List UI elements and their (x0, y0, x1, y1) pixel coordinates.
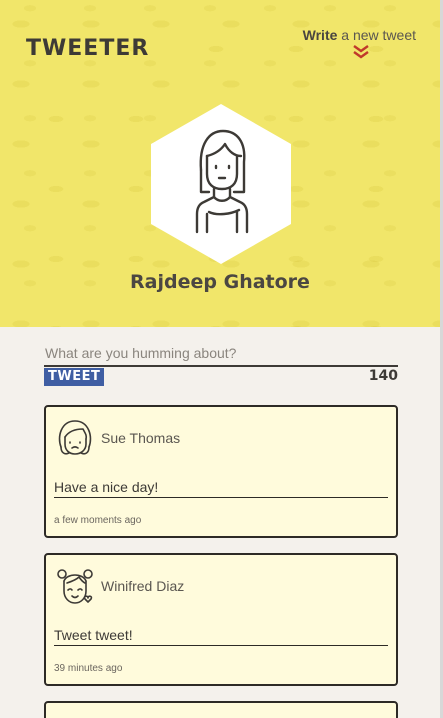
tweet-author[interactable]: Winifred Diaz (101, 578, 184, 594)
write-label-bold: Write (302, 27, 338, 43)
profile-avatar (151, 104, 291, 264)
compose-form: TWEET 140 (44, 343, 398, 386)
tweet-text: Tweet tweet! (54, 627, 388, 646)
girl-pigtails-avatar-icon (57, 569, 93, 604)
profile-header: TWEETER Write a new tweet Rajdeep Ghator… (0, 0, 440, 327)
write-tweet-link[interactable]: Write a new tweet (303, 27, 416, 43)
profile-user-name: Rajdeep Ghatore (130, 271, 310, 293)
tweet-timestamp: 39 minutes ago (54, 663, 123, 674)
tweet-author[interactable]: Sue Thomas (101, 430, 180, 446)
app-logo[interactable]: TWEETER (26, 36, 149, 61)
tweet-input[interactable] (44, 343, 398, 367)
tweet-card: Winifred Diaz Tweet tweet! 39 minutes ag… (44, 553, 398, 686)
tweet-card: Sue Thomas Have a nice day! a few moment… (44, 405, 398, 538)
tweet-button[interactable]: TWEET (44, 368, 105, 386)
double-chevron-down-icon[interactable] (352, 44, 370, 60)
tweet-timestamp: a few moments ago (54, 515, 142, 526)
write-label-rest: a new tweet (341, 27, 416, 43)
app-page: TWEETER Write a new tweet Rajdeep Ghator… (0, 0, 440, 718)
char-count: 140 (368, 368, 398, 384)
girl-avatar-icon (58, 420, 92, 455)
tweet-card (44, 701, 398, 718)
tweet-text: Have a nice day! (54, 479, 388, 498)
